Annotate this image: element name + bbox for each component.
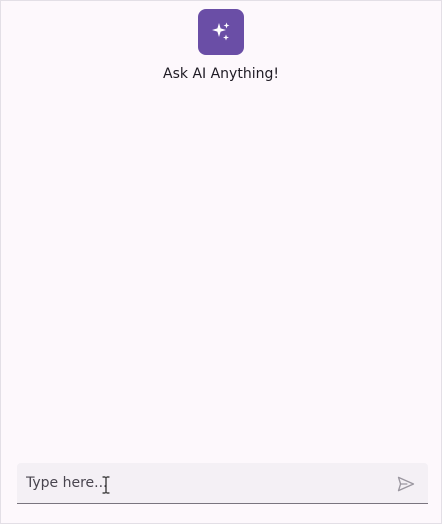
- sparkles-icon: [212, 22, 230, 41]
- send-button[interactable]: [396, 473, 418, 495]
- ai-assistant-window: Ask AI Anything!: [0, 0, 442, 524]
- message-composer: [17, 463, 428, 504]
- ai-app-icon: [198, 9, 244, 55]
- conversation-area: [1, 91, 441, 451]
- page-title: Ask AI Anything!: [163, 66, 279, 82]
- assistant-header: Ask AI Anything!: [1, 9, 441, 83]
- send-icon: [397, 476, 415, 492]
- message-input[interactable]: [17, 463, 387, 503]
